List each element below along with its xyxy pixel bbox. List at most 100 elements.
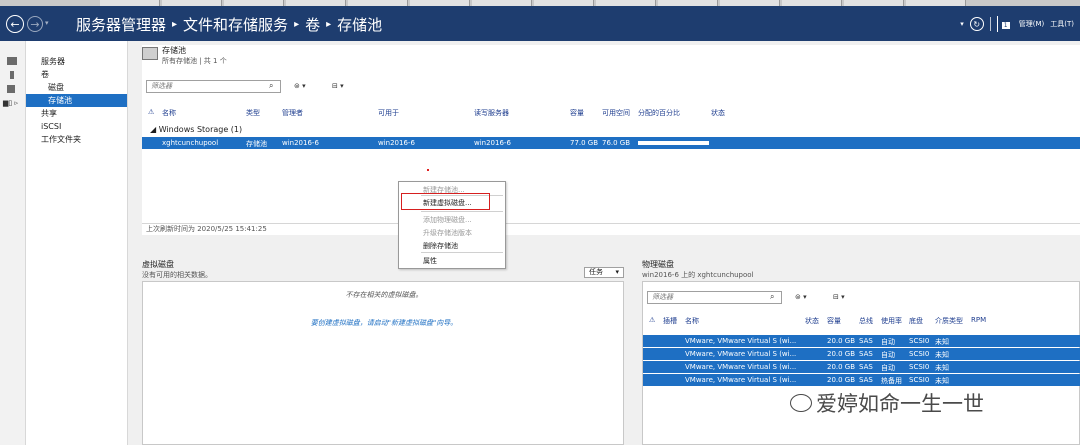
physical-disk-filter-input[interactable]: 筛选器: [647, 291, 782, 304]
manage-menu[interactable]: 管理(M): [1019, 19, 1045, 29]
file-storage-icon[interactable]: ▆▯ ▹: [3, 99, 23, 107]
disk-name: VMware, VMware Virtual S (wi...: [685, 350, 797, 358]
column-header[interactable]: 插槽: [663, 316, 677, 326]
search-icon[interactable]: ⌕: [269, 81, 273, 91]
tasks-dropdown[interactable]: 任务 ▾: [584, 267, 624, 278]
column-header[interactable]: 名称: [162, 108, 176, 118]
group-row[interactable]: ◢ Windows Storage (1): [150, 125, 242, 134]
disk-name: VMware, VMware Virtual S (wi...: [685, 337, 797, 345]
nav-item-storage-pools[interactable]: 存储池: [26, 94, 127, 107]
breadcrumb-item[interactable]: 存储池: [337, 14, 382, 35]
notification-flag-icon[interactable]: 1: [996, 16, 1013, 32]
disk-media: 未知: [935, 351, 949, 359]
dashboard-icon[interactable]: [7, 57, 17, 65]
column-header[interactable]: 分配的百分比: [638, 108, 680, 118]
warning-column-icon[interactable]: ⚠: [148, 108, 154, 116]
breadcrumb-item[interactable]: 文件和存储服务: [183, 14, 288, 35]
breadcrumb-separator: ▸: [294, 19, 300, 30]
refresh-icon[interactable]: ↻: [969, 17, 984, 31]
title-bar: ← → ▾ 服务器管理器 ▸ 文件和存储服务 ▸ 卷 ▸ 存储池 ▾ ↻ 1 管…: [0, 6, 1080, 41]
menu-item-upgrade-pool-version[interactable]: 升级存储池版本: [423, 228, 472, 238]
save-query-icon[interactable]: ⊟ ▾: [833, 293, 845, 301]
menu-item-add-physical-disk[interactable]: 添加物理磁盘...: [423, 215, 472, 225]
forward-arrow-icon[interactable]: →: [27, 16, 43, 32]
pool-free-space: 76.0 GB: [602, 139, 631, 147]
nav-item-servers[interactable]: 服务器: [26, 55, 127, 68]
column-header[interactable]: 状态: [805, 316, 819, 326]
refresh-dropdown-icon[interactable]: ▾: [960, 20, 964, 28]
collapse-triangle-icon[interactable]: ◢: [150, 125, 156, 134]
nav-item-work-folders[interactable]: 工作文件夹: [26, 133, 127, 146]
table-row[interactable]: VMware, VMware Virtual S (wi... 20.0 GB …: [643, 361, 1080, 373]
all-servers-icon[interactable]: [7, 85, 15, 93]
new-virtual-disk-link[interactable]: 要创建虚拟磁盘，请启动"新建虚拟磁盘"向导。: [143, 318, 625, 328]
filter-options-icon[interactable]: ⊜ ▾: [795, 293, 807, 301]
breadcrumb-separator: ▸: [172, 19, 178, 30]
disk-chassis: SCSI0: [909, 350, 930, 358]
breadcrumb: 服务器管理器 ▸ 文件和存储服务 ▸ 卷 ▸ 存储池: [76, 14, 382, 35]
nav-item-iscsi[interactable]: iSCSI: [26, 120, 127, 133]
column-header[interactable]: 状态: [711, 108, 725, 118]
column-header[interactable]: RPM: [971, 316, 986, 324]
disk-capacity: 20.0 GB: [827, 363, 856, 371]
table-row[interactable]: VMware, VMware Virtual S (wi... 20.0 GB …: [643, 348, 1080, 360]
virtual-disks-panel: 不存在相关的虚拟磁盘。 要创建虚拟磁盘，请启动"新建虚拟磁盘"向导。: [142, 281, 624, 445]
column-header[interactable]: 容量: [570, 108, 584, 118]
disk-chassis: SCSI0: [909, 363, 930, 371]
wechat-icon: [790, 394, 812, 412]
virtual-disks-empty-message: 不存在相关的虚拟磁盘。: [345, 291, 423, 299]
allocation-bar: [638, 141, 709, 145]
column-header[interactable]: 介质类型: [935, 316, 963, 326]
disk-usage: 热备用: [881, 377, 902, 385]
table-row[interactable]: VMware, VMware Virtual S (wi... 20.0 GB …: [643, 335, 1080, 347]
back-arrow-icon[interactable]: ←: [6, 15, 24, 33]
disk-capacity: 20.0 GB: [827, 337, 856, 345]
column-header[interactable]: 总线: [859, 316, 873, 326]
column-header[interactable]: 可用空间: [602, 108, 630, 118]
save-query-icon[interactable]: ⊟ ▾: [332, 82, 344, 90]
breadcrumb-item[interactable]: 服务器管理器: [76, 14, 166, 35]
left-icon-bar: ▆▯ ▹: [0, 41, 26, 445]
physical-disks-header: 物理磁盘 win2016-6 上的 xghtcunchupool: [642, 259, 754, 280]
title-bar-actions: ▾ ↻ 1 管理(M) 工具(T): [960, 16, 1074, 32]
menu-item-properties[interactable]: 属性: [423, 256, 437, 266]
breadcrumb-item[interactable]: 卷: [305, 14, 320, 35]
physical-disks-title: 物理磁盘: [642, 260, 674, 269]
history-dropdown-icon[interactable]: ▾: [45, 19, 49, 27]
disk-usage: 自动: [881, 338, 895, 346]
cursor-mark: [427, 169, 429, 171]
column-header[interactable]: 名称: [685, 316, 699, 326]
tools-menu[interactable]: 工具(T): [1050, 19, 1074, 29]
search-icon[interactable]: ⌕: [770, 292, 774, 302]
disk-bus: SAS: [859, 363, 873, 371]
pool-grid-header: ⚠ 名称 类型 管理者 可用于 读写服务器 容量 可用空间 分配的百分比 状态: [142, 108, 1080, 120]
column-header[interactable]: 可用于: [378, 108, 399, 118]
highlight-box: [401, 193, 490, 210]
disk-capacity: 20.0 GB: [827, 376, 856, 384]
watermark: 爱婷如命一生一世: [790, 388, 984, 418]
disk-bus: SAS: [859, 350, 873, 358]
pool-filter-input[interactable]: 筛选器: [146, 80, 281, 93]
nav-item-shares[interactable]: 共享: [26, 107, 127, 120]
local-server-icon[interactable]: [10, 71, 14, 79]
column-header[interactable]: 底盘: [909, 316, 923, 326]
filter-options-icon[interactable]: ⊜ ▾: [294, 82, 306, 90]
pool-name: xghtcunchupool: [162, 139, 219, 147]
physical-disk-grid-header: ⚠ 插槽 名称 状态 容量 总线 使用率 底盘 介质类型 RPM: [643, 316, 1080, 328]
chevron-down-icon: ▾: [615, 268, 619, 276]
menu-item-delete-storage-pool[interactable]: 删除存储池: [423, 241, 458, 251]
column-header[interactable]: 类型: [246, 108, 260, 118]
table-row[interactable]: VMware, VMware Virtual S (wi... 20.0 GB …: [643, 374, 1080, 386]
column-header[interactable]: 使用率: [881, 316, 902, 326]
disk-media: 未知: [935, 377, 949, 385]
column-header[interactable]: 读写服务器: [474, 108, 509, 118]
table-row[interactable]: xghtcunchupool 存储池 win2016-6 win2016-6 w…: [142, 137, 1080, 149]
nav-item-volumes[interactable]: 卷: [26, 68, 127, 81]
nav-item-disks[interactable]: 磁盘: [26, 81, 127, 94]
column-header[interactable]: 管理者: [282, 108, 303, 118]
warning-column-icon[interactable]: ⚠: [649, 316, 655, 324]
column-header[interactable]: 容量: [827, 316, 841, 326]
nav-panel: 服务器 卷 磁盘 存储池 共享 iSCSI 工作文件夹: [26, 41, 128, 445]
disk-usage: 自动: [881, 364, 895, 372]
main-content: 存储池 所有存储池 | 共 1 个 筛选器 ⌕ ⊜ ▾ ⊟ ▾ ⚠ 名称 类型 …: [128, 41, 1080, 445]
